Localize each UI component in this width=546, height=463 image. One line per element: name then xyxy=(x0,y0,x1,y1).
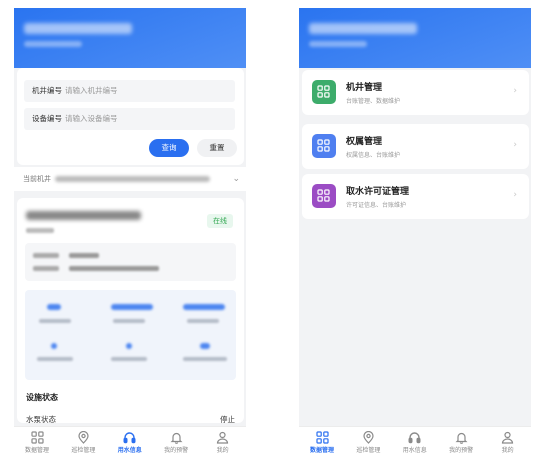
tab-my[interactable]: 我的 xyxy=(200,427,246,458)
current-well-label: 当前机井 xyxy=(23,175,51,183)
stat-label-blurred xyxy=(39,319,71,323)
reset-button[interactable]: 重置 xyxy=(197,139,237,157)
stat-value-blurred xyxy=(47,304,61,310)
bottom-tab-bar: 数据管理 巡检管理 用水信息 我的预警 我的 xyxy=(299,426,531,458)
current-well-value-blurred xyxy=(55,176,210,182)
menu-description: 许可证信息、台账维护 xyxy=(346,202,407,209)
tab-label: 用水信息 xyxy=(117,447,142,454)
tab-label: 数据管理 xyxy=(24,447,49,454)
pump-status-value: 停止 xyxy=(220,415,235,424)
bell-icon xyxy=(153,431,199,444)
stat-value-blurred xyxy=(51,343,57,349)
usage-stats-box xyxy=(25,290,236,380)
machine-number-input[interactable]: 机井编号 请输入机井编号 xyxy=(24,80,235,102)
info-value-blurred xyxy=(69,253,99,258)
tab-inspection-management[interactable]: 巡检管理 xyxy=(345,427,391,458)
well-name-blurred xyxy=(26,211,141,220)
tab-inspection-management[interactable]: 巡检管理 xyxy=(60,427,106,458)
tab-label: 用水信息 xyxy=(402,447,427,454)
tab-data-management[interactable]: 数据管理 xyxy=(14,427,60,458)
info-value-blurred xyxy=(69,266,159,271)
menu-title: 权属管理 xyxy=(346,137,383,147)
stat-label-blurred xyxy=(37,357,73,361)
menu-description: 权属信息、台账维护 xyxy=(346,152,401,159)
menu-description: 台账管理、数据维护 xyxy=(346,98,401,105)
chevron-right-icon: › xyxy=(513,86,517,96)
machine-number-placeholder: 请输入机井编号 xyxy=(65,86,118,95)
query-button[interactable]: 查询 xyxy=(149,139,189,157)
location-pin-icon xyxy=(60,431,106,444)
menu-title: 取水许可证管理 xyxy=(346,187,410,197)
app-title-blurred xyxy=(309,23,417,34)
status-badge: 在线 xyxy=(207,214,233,228)
bell-icon xyxy=(438,431,484,444)
grid-icon xyxy=(312,184,336,208)
chevron-down-icon: ⌄ xyxy=(232,174,240,184)
stat-label-blurred xyxy=(113,319,145,323)
tab-label: 数据管理 xyxy=(309,447,334,454)
location-pin-icon xyxy=(345,431,391,444)
stat-value-blurred xyxy=(183,304,225,310)
tab-label: 我的 xyxy=(501,447,514,454)
stat-label-blurred xyxy=(111,357,147,361)
headset-icon xyxy=(107,431,153,444)
tab-label: 巡检管理 xyxy=(356,447,381,454)
chevron-right-icon: › xyxy=(513,190,517,200)
phone-screen-water-info: 机井编号 请输入机井编号 设备编号 请输入设备编号 查询 重置 当前机井 ⌄ 在线 xyxy=(14,8,246,458)
pump-status-label: 水泵状态 xyxy=(26,415,56,424)
machine-number-label: 机井编号 xyxy=(32,86,62,95)
app-subtitle-blurred xyxy=(309,41,367,47)
tab-label: 我的 xyxy=(216,447,229,454)
tab-label: 巡检管理 xyxy=(71,447,96,454)
menu-card-water-permit-management[interactable]: 取水许可证管理 许可证信息、台账维护 › xyxy=(302,174,529,219)
chevron-right-icon: › xyxy=(513,140,517,150)
app-header xyxy=(299,8,531,68)
phone-screen-data-management: 机井管理 台账管理、数据维护 › 权属管理 权属信息、台账维护 › 取水许可证管… xyxy=(299,8,531,458)
facility-status-title: 设施状态 xyxy=(26,393,58,402)
bottom-tab-bar: 数据管理 巡检管理 用水信息 我的预警 我的 xyxy=(14,426,246,458)
stat-value-blurred xyxy=(111,304,153,310)
app-title-blurred xyxy=(24,23,132,34)
pump-status-row: 水泵状态 停止 xyxy=(26,414,235,425)
stat-label-blurred xyxy=(183,357,227,361)
device-number-label: 设备编号 xyxy=(32,114,62,123)
tab-water-info[interactable]: 用水信息 xyxy=(392,427,438,458)
well-detail-card: 在线 设施状态 水泵状态 停止 xyxy=(17,198,244,425)
stat-value-blurred xyxy=(200,343,210,349)
info-label-blurred xyxy=(33,253,59,258)
tab-water-info[interactable]: 用水信息 xyxy=(107,427,153,458)
menu-card-well-management[interactable]: 机井管理 台账管理、数据维护 › xyxy=(302,70,529,115)
current-well-selector[interactable]: 当前机井 ⌄ xyxy=(14,167,246,191)
well-code-blurred xyxy=(26,228,54,233)
tab-label: 我的预警 xyxy=(164,447,189,454)
device-number-placeholder: 请输入设备编号 xyxy=(65,114,118,123)
grid-icon xyxy=(14,431,60,444)
tab-my-alerts[interactable]: 我的预警 xyxy=(153,427,199,458)
stat-value-blurred xyxy=(126,343,132,349)
tab-label: 我的预警 xyxy=(449,447,474,454)
grid-icon xyxy=(299,431,345,444)
menu-card-ownership-management[interactable]: 权属管理 权属信息、台账维护 › xyxy=(302,124,529,169)
user-icon xyxy=(485,431,531,444)
tab-my-alerts[interactable]: 我的预警 xyxy=(438,427,484,458)
user-icon xyxy=(200,431,246,444)
app-subtitle-blurred xyxy=(24,41,82,47)
info-label-blurred xyxy=(33,266,59,271)
headset-icon xyxy=(392,431,438,444)
device-number-input[interactable]: 设备编号 请输入设备编号 xyxy=(24,108,235,130)
app-header xyxy=(14,8,246,68)
well-info-box xyxy=(25,243,236,281)
grid-icon xyxy=(312,80,336,104)
search-card: 机井编号 请输入机井编号 设备编号 请输入设备编号 查询 重置 xyxy=(17,68,244,165)
tab-data-management[interactable]: 数据管理 xyxy=(299,427,345,458)
tab-my[interactable]: 我的 xyxy=(485,427,531,458)
grid-icon xyxy=(312,134,336,158)
menu-title: 机井管理 xyxy=(346,83,383,93)
stat-label-blurred xyxy=(187,319,219,323)
